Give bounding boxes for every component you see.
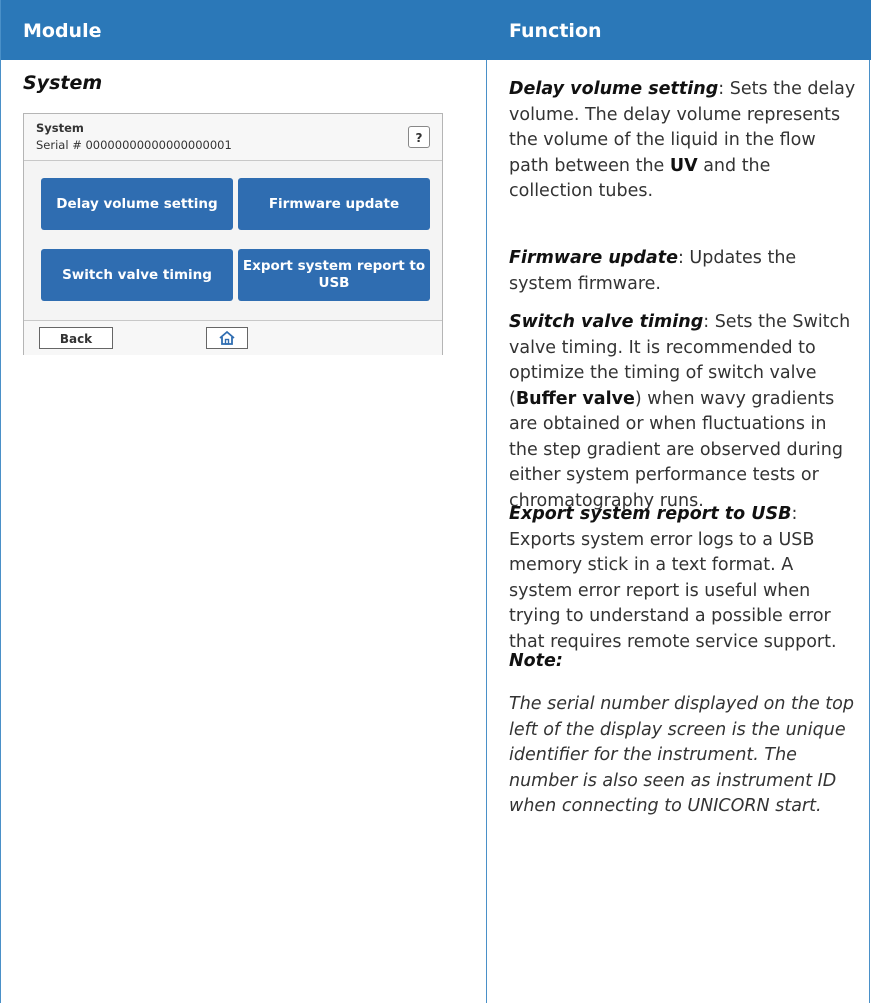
note-title: Note: [509,651,563,671]
switch-valve-timing-button[interactable]: Switch valve timing [41,249,233,301]
table-header: Module Function [1,0,871,60]
export-system-report-button[interactable]: Export system report to USB [238,249,430,301]
export-colon: : [791,504,798,524]
delay-volume-description: Delay volume setting: Sets the delay vol… [509,77,859,205]
serial-number: Serial # 00000000000000000001 [36,138,232,152]
header-function: Function [509,20,602,42]
delay-volume-term: Delay volume setting [509,79,719,99]
note-text: The serial number displayed on the top l… [509,694,854,816]
export-report-term: Export system report to USB [509,504,792,524]
switch-valve-term: Switch valve timing [509,312,704,332]
screen-footer: Back [24,320,442,355]
buffer-valve-term: Buffer valve [515,388,635,409]
firmware-update-button[interactable]: Firmware update [238,178,430,230]
switch-valve-description: Switch valve timing: Sets the Switch val… [509,310,859,514]
column-divider [486,60,487,1003]
home-button[interactable] [206,327,248,349]
module-function-table: Module Function System System Serial # 0… [0,0,871,1003]
header-module: Module [23,20,102,42]
help-button[interactable]: ? [408,126,430,148]
export-report-description: Export system report to USB: Exports sys… [509,502,859,655]
firmware-update-description: Firmware update: Updates the system firm… [509,246,859,297]
delay-volume-setting-button[interactable]: Delay volume setting [41,178,233,230]
screen-system-label: System [36,121,84,135]
export-text: Exports system error logs to a USB memor… [509,529,837,652]
module-title: System [23,72,103,94]
home-icon [219,330,235,345]
firmware-update-term: Firmware update [509,248,678,268]
uv-term: UV [669,155,698,176]
screen-header: System Serial # 00000000000000000001 ? [24,114,442,161]
back-button[interactable]: Back [39,327,113,349]
system-screen: System Serial # 00000000000000000001 ? D… [23,113,443,355]
